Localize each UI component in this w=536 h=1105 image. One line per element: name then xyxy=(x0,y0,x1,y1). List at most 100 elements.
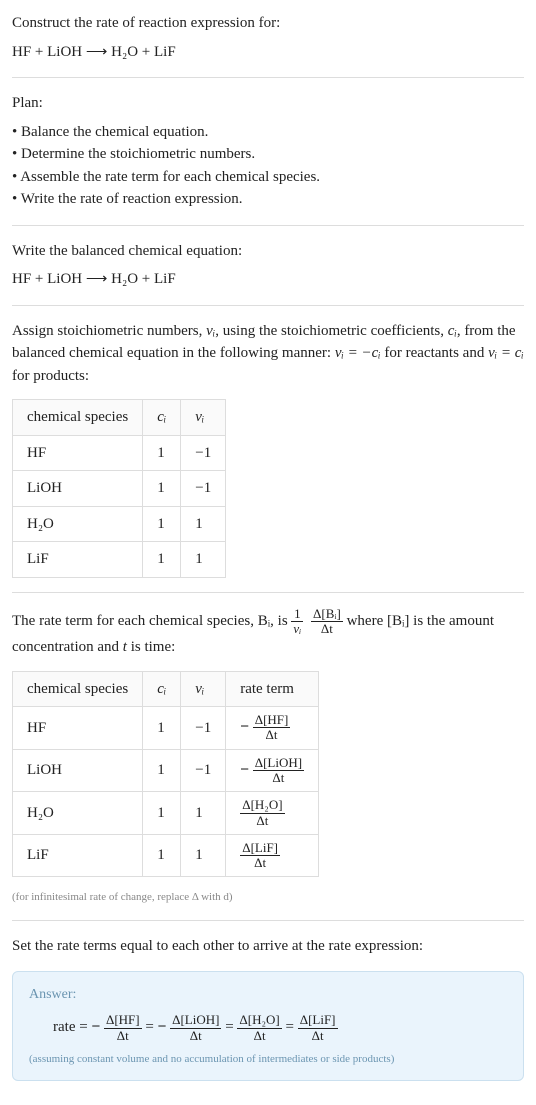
term-frac: Δ[HF] Δt xyxy=(253,713,291,743)
frac-den: Δt xyxy=(253,771,304,785)
divider xyxy=(12,77,524,78)
term-frac: Δ[HF] Δt xyxy=(104,1013,142,1043)
rate-label: rate = xyxy=(53,1020,91,1036)
frac-den: Δt xyxy=(170,1029,221,1043)
plan-heading: Plan: xyxy=(12,92,524,115)
frac-num: 1 xyxy=(291,607,303,622)
table-row: H₂O 1 1 xyxy=(13,506,226,542)
answer-box: Answer: rate = − Δ[HF] Δt = − Δ[LiOH] Δt… xyxy=(12,971,524,1080)
frac-den: Δt xyxy=(253,728,291,742)
cell-nu: −1 xyxy=(181,435,226,471)
cell-c: 1 xyxy=(143,471,181,507)
stoich-lead: Assign stoichiometric numbers, νᵢ, using… xyxy=(12,320,524,388)
cell-c: 1 xyxy=(143,506,181,542)
cell-c: 1 xyxy=(143,792,181,835)
table-row: H₂O 1 1 Δ[H₂O] Δt xyxy=(13,792,319,835)
cell-term: − Δ[LiOH] Δt xyxy=(226,749,319,792)
cell-species: LiOH xyxy=(13,471,143,507)
cell-term: − Δ[HF] Δt xyxy=(226,707,319,750)
stoich-text: for reactants and xyxy=(381,345,488,361)
frac-den: Δt xyxy=(240,814,284,828)
frac-den-text: νᵢ xyxy=(293,621,301,636)
plan-list: Balance the chemical equation. Determine… xyxy=(12,121,524,211)
table-row: HF 1 −1 xyxy=(13,435,226,471)
cell-nu: 1 xyxy=(181,792,226,835)
frac-den: νᵢ xyxy=(291,622,303,636)
cell-nu: −1 xyxy=(181,707,226,750)
cell-c: 1 xyxy=(143,435,181,471)
cell-nu: 1 xyxy=(181,542,226,578)
cell-nu: 1 xyxy=(181,834,226,877)
c-i-header: cᵢ xyxy=(157,409,166,425)
cell-species: H₂O xyxy=(13,506,143,542)
term-sign: − xyxy=(91,1019,100,1036)
intro-equation: HF + LiOH ⟶ H₂O + LiF xyxy=(12,41,524,64)
plan-item: Write the rate of reaction expression. xyxy=(12,188,524,211)
final-lead: Set the rate terms equal to each other t… xyxy=(12,935,524,958)
c-i: cᵢ xyxy=(448,323,457,339)
rate-table: chemical species cᵢ νᵢ rate term HF 1 −1… xyxy=(12,671,319,878)
balanced-equation: HF + LiOH ⟶ H₂O + LiF xyxy=(12,268,524,291)
term-frac: Δ[LiOH] Δt xyxy=(170,1013,221,1043)
rate-term-text: The rate term for each chemical species,… xyxy=(12,613,291,629)
term-sign: − xyxy=(240,718,249,735)
cell-species: LiF xyxy=(13,542,143,578)
divider xyxy=(12,305,524,306)
term-frac: Δ[LiOH] Δt xyxy=(253,756,304,786)
eq-sign: = xyxy=(145,1020,157,1036)
stoich-text: for products: xyxy=(12,368,89,384)
cell-term: Δ[H₂O] Δt xyxy=(226,792,319,835)
eq-sign: = xyxy=(225,1020,237,1036)
term-sign: − xyxy=(240,761,249,778)
col-c: cᵢ xyxy=(143,400,181,436)
frac-den: Δt xyxy=(311,622,343,636)
nu-i-header: νᵢ xyxy=(195,681,204,697)
cell-term: Δ[LiF] Δt xyxy=(226,834,319,877)
table-header-row: chemical species cᵢ νᵢ rate term xyxy=(13,671,319,707)
eq-sign: = xyxy=(285,1020,297,1036)
table-row: HF 1 −1 − Δ[HF] Δt xyxy=(13,707,319,750)
infinitesimal-note: (for infinitesimal rate of change, repla… xyxy=(12,889,524,906)
col-species: chemical species xyxy=(13,400,143,436)
cell-c: 1 xyxy=(143,749,181,792)
nu-i-header: νᵢ xyxy=(195,409,204,425)
table-row: LiF 1 1 xyxy=(13,542,226,578)
stoich-rel: νᵢ = cᵢ xyxy=(488,345,524,361)
term-frac: Δ[H₂O] Δt xyxy=(240,798,284,828)
stoich-table: chemical species cᵢ νᵢ HF 1 −1 LiOH 1 −1… xyxy=(12,399,226,578)
answer-heading: Answer: xyxy=(29,984,507,1005)
plan-item: Assemble the rate term for each chemical… xyxy=(12,166,524,189)
term-sign: − xyxy=(158,1019,167,1036)
frac-num: Δ[Bᵢ] xyxy=(311,607,343,622)
cell-species: HF xyxy=(13,435,143,471)
col-term: rate term xyxy=(226,671,319,707)
frac-den: Δt xyxy=(298,1029,338,1043)
cell-c: 1 xyxy=(143,542,181,578)
stoich-text: Assign stoichiometric numbers, xyxy=(12,323,206,339)
frac-num: Δ[LiF] xyxy=(240,841,280,856)
c-i-header: cᵢ xyxy=(157,681,166,697)
frac-den: Δt xyxy=(237,1029,281,1043)
cell-species: LiF xyxy=(13,834,143,877)
cell-species: H₂O xyxy=(13,792,143,835)
intro-prompt: Construct the rate of reaction expressio… xyxy=(12,12,524,35)
stoich-text: , using the stoichiometric coefficients, xyxy=(215,323,448,339)
rate-term-intro: The rate term for each chemical species,… xyxy=(12,607,524,659)
nu-i: νᵢ xyxy=(206,323,215,339)
cell-nu: 1 xyxy=(181,506,226,542)
plan-item: Balance the chemical equation. xyxy=(12,121,524,144)
cell-species: LiOH xyxy=(13,749,143,792)
frac-den: Δt xyxy=(104,1029,142,1043)
table-row: LiOH 1 −1 − Δ[LiOH] Δt xyxy=(13,749,319,792)
stoich-rel: νᵢ = −cᵢ xyxy=(335,345,381,361)
cell-species: HF xyxy=(13,707,143,750)
divider xyxy=(12,225,524,226)
cell-c: 1 xyxy=(143,834,181,877)
cell-nu: −1 xyxy=(181,749,226,792)
answer-assuming: (assuming constant volume and no accumul… xyxy=(29,1051,507,1068)
frac-dB-over-dt: Δ[Bᵢ] Δt xyxy=(311,607,343,637)
cell-c: 1 xyxy=(143,707,181,750)
col-species: chemical species xyxy=(13,671,143,707)
table-header-row: chemical species cᵢ νᵢ xyxy=(13,400,226,436)
table-row: LiOH 1 −1 xyxy=(13,471,226,507)
